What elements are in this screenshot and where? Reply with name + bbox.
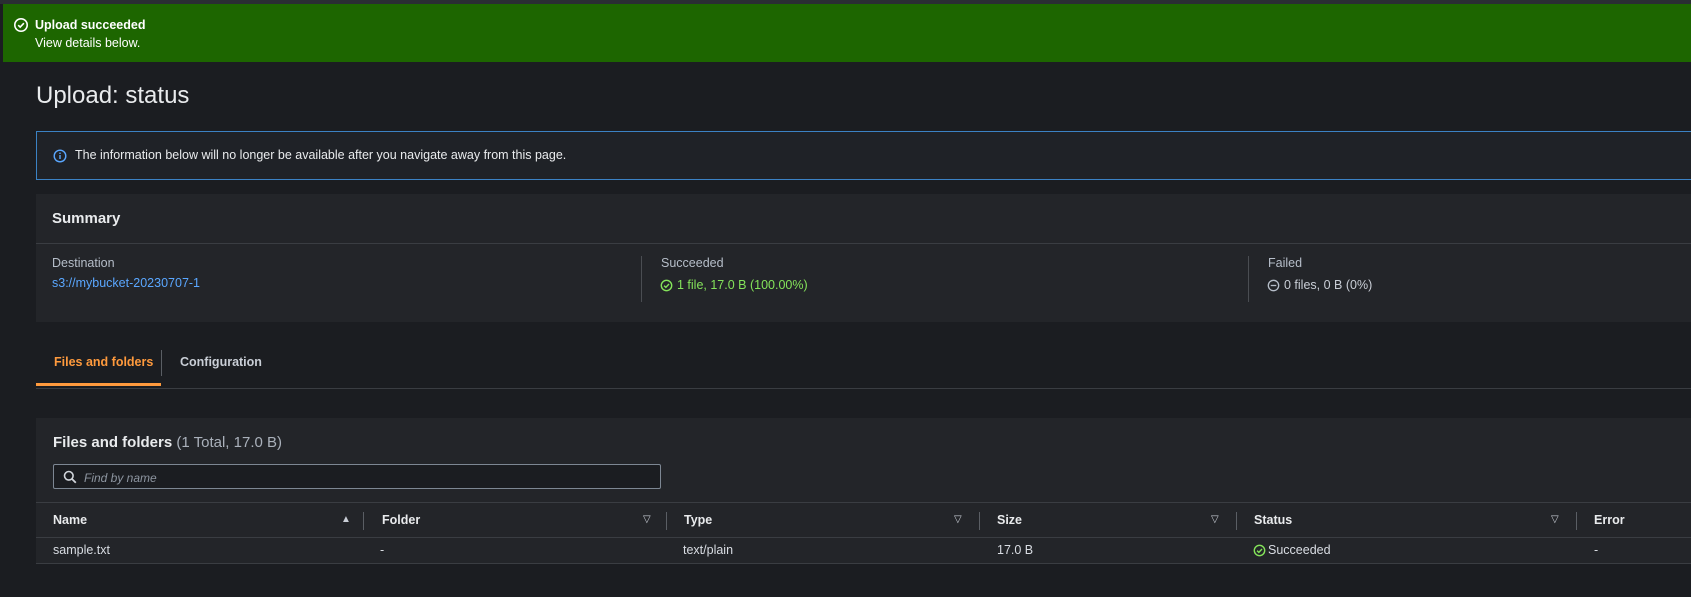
cell-type: text/plain xyxy=(683,543,734,557)
tab-separator xyxy=(161,350,162,376)
column-separator[interactable] xyxy=(1576,512,1577,530)
minus-circle-icon xyxy=(1267,279,1280,292)
files-title-text: Files and folders xyxy=(53,434,173,451)
summary-header: Summary xyxy=(36,194,1691,244)
sort-icon[interactable]: ▽ xyxy=(1211,514,1219,525)
failed-label: Failed xyxy=(1268,256,1303,270)
failed-column: Failed 0 files, 0 B (0%) xyxy=(1252,256,1691,306)
search-box xyxy=(53,464,661,489)
failed-value: 0 files, 0 B (0%) xyxy=(1284,278,1373,292)
destination-label: Destination xyxy=(52,256,115,270)
column-separator[interactable] xyxy=(363,512,364,530)
destination-link[interactable]: s3://mybucket-20230707-1 xyxy=(52,276,200,290)
files-panel-title: Files and folders (1 Total, 17.0 B) xyxy=(53,434,282,451)
table-row: sample.txt - text/plain 17.0 B Succeeded… xyxy=(36,538,1691,564)
table-header: Name ▲ Folder ▽ Type ▽ Size ▽ Status ▽ E… xyxy=(36,502,1691,538)
column-header-folder[interactable]: Folder xyxy=(382,513,420,527)
sort-icon[interactable]: ▽ xyxy=(954,514,962,525)
destination-column: Destination s3://mybucket-20230707-1 xyxy=(36,256,596,306)
summary-divider xyxy=(1248,256,1249,302)
tab-files-and-folders[interactable]: Files and folders xyxy=(36,342,161,386)
failed-value-wrap: 0 files, 0 B (0%) xyxy=(1267,278,1372,292)
succeeded-value-wrap: 1 file, 17.0 B (100.00%) xyxy=(660,278,808,292)
page-title: Upload: status xyxy=(36,82,190,109)
check-circle-icon xyxy=(14,18,28,32)
column-header-type[interactable]: Type xyxy=(684,513,712,527)
search-icon xyxy=(63,470,77,484)
search-input[interactable] xyxy=(82,466,656,489)
file-name-link[interactable]: sample.txt xyxy=(53,543,110,557)
flash-message: View details below. xyxy=(35,36,141,50)
succeeded-value: 1 file, 17.0 B (100.00%) xyxy=(677,278,808,292)
tab-bar: Files and folders Configuration xyxy=(36,342,1691,389)
success-flash-banner: Upload succeeded View details below. xyxy=(3,4,1691,62)
status-text: Succeeded xyxy=(1268,543,1331,557)
tab-configuration[interactable]: Configuration xyxy=(180,342,262,386)
files-count: (1 Total, 17.0 B) xyxy=(176,434,282,451)
column-header-size[interactable]: Size xyxy=(997,513,1022,527)
column-separator[interactable] xyxy=(979,512,980,530)
succeeded-column: Succeeded 1 file, 17.0 B (100.00%) xyxy=(645,256,1205,306)
column-header-status[interactable]: Status xyxy=(1254,513,1292,527)
sort-ascending-icon[interactable]: ▲ xyxy=(341,514,351,525)
column-separator[interactable] xyxy=(666,512,667,530)
column-header-error[interactable]: Error xyxy=(1594,513,1625,527)
summary-title: Summary xyxy=(52,210,121,227)
succeeded-label: Succeeded xyxy=(661,256,724,270)
cell-status: Succeeded xyxy=(1253,543,1331,557)
info-alert-text: The information below will no longer be … xyxy=(75,148,567,162)
check-circle-icon xyxy=(660,279,673,292)
check-circle-icon xyxy=(1253,544,1266,557)
sort-icon[interactable]: ▽ xyxy=(643,514,651,525)
column-separator[interactable] xyxy=(1236,512,1237,530)
files-panel: Files and folders (1 Total, 17.0 B) Name… xyxy=(36,418,1691,564)
cell-folder: - xyxy=(380,543,385,557)
flash-title: Upload succeeded xyxy=(35,18,146,32)
column-header-name[interactable]: Name xyxy=(53,513,87,527)
info-alert: The information below will no longer be … xyxy=(36,131,1691,180)
cell-size: 17.0 B xyxy=(997,543,1034,557)
info-icon xyxy=(53,149,67,163)
summary-divider xyxy=(641,256,642,302)
sort-icon[interactable]: ▽ xyxy=(1551,514,1559,525)
summary-panel: Summary Destination s3://mybucket-202307… xyxy=(36,194,1691,322)
cell-error: - xyxy=(1594,543,1599,557)
